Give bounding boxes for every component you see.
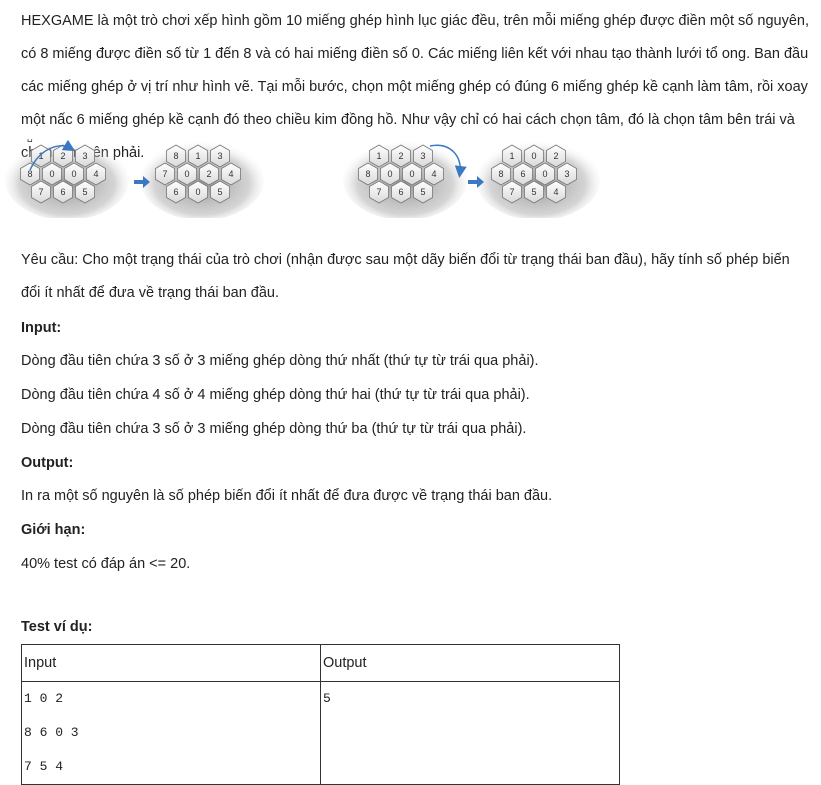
- hex-tile-label: 6: [520, 169, 525, 179]
- limits-line: 40% test có đáp án <= 20.: [21, 556, 191, 572]
- input-line-1: Dòng đầu tiên chứa 3 số ở 3 miếng ghép d…: [21, 353, 539, 369]
- hex-tile-label: 1: [195, 151, 200, 161]
- hex-board-1: 1 2 38 0 0 47 6 5: [5, 140, 129, 218]
- hex-tile-label: 4: [431, 169, 436, 179]
- hex-tile-label: 8: [27, 169, 32, 179]
- hex-tile-label: 3: [82, 151, 87, 161]
- output-line: In ra một số nguyên là số phép biến đổi …: [21, 488, 553, 504]
- sample-header-row: Input Output: [21, 644, 620, 682]
- hex-tile-label: 8: [498, 169, 503, 179]
- sample-input-row-1: 1 0 2: [24, 691, 64, 706]
- hex-tile-label: 8: [173, 151, 178, 161]
- hex-tile-label: 6: [60, 187, 65, 197]
- hex-tile-label: 5: [531, 187, 536, 197]
- hex-tile-label: 6: [173, 187, 178, 197]
- input-line-3: Dòng đầu tiên chứa 3 số ở 3 miếng ghép d…: [21, 421, 527, 437]
- hex-tile-label: 0: [71, 169, 76, 179]
- hex-tile-label: 3: [420, 151, 425, 161]
- sample-input-row-3: 7 5 4: [24, 759, 64, 774]
- input-line-2: Dòng đầu tiên chứa 4 số ở 4 miếng ghép d…: [21, 387, 530, 403]
- sample-heading: Test ví dụ:: [21, 619, 93, 635]
- hex-tile-label: 0: [409, 169, 414, 179]
- hex-tile-label: 2: [398, 151, 403, 161]
- requirement-paragraph: Yêu cầu: Cho một trạng thái của trò chơi…: [21, 252, 790, 301]
- hex-tile-label: 7: [38, 187, 43, 197]
- hex-tile-label: 3: [217, 151, 222, 161]
- hex-tile-label: 7: [162, 169, 167, 179]
- sample-input-cell: 1 0 2 8 6 0 3 7 5 4: [21, 681, 321, 785]
- hex-tile-label: 0: [184, 169, 189, 179]
- hex-tile-label: 0: [195, 187, 200, 197]
- hex-tile-label: 0: [531, 151, 536, 161]
- hex-tile-label: 0: [542, 169, 547, 179]
- hex-tile-label: 7: [376, 187, 381, 197]
- hex-tile-label: 8: [365, 169, 370, 179]
- sample-table: Input Output 1 0 2 8 6 0 3 7 5 4 5: [21, 644, 620, 785]
- hex-tile-label: 2: [553, 151, 558, 161]
- hex-tile-label: 0: [49, 169, 54, 179]
- hex-tile-label: 5: [420, 187, 425, 197]
- sample-output-value: 5: [323, 691, 331, 706]
- hex-tile-label: 4: [228, 169, 233, 179]
- hex-tile-label: 1: [376, 151, 381, 161]
- hex-tile-label: 3: [564, 169, 569, 179]
- hex-board-3: 1 2 3 8 0 0 4 7 6 5: [343, 140, 467, 218]
- hex-tile-label: 7: [509, 187, 514, 197]
- hex-tile-label: 5: [82, 187, 87, 197]
- sample-header-output: Output: [320, 644, 620, 682]
- hex-tile-label: 5: [217, 187, 222, 197]
- hexgame-figure: ␣ 1 2 38 0 0 47 6 58 1 37 0 2 46 0 51 2 38 0 0 47 6 51 0 28 6 0 37…: [5, 132, 600, 218]
- hex-tile-label: 2: [206, 169, 211, 179]
- hex-tile-label: 1: [509, 151, 514, 161]
- sample-header-input: Input: [21, 644, 321, 682]
- hex-tile-label: 6: [398, 187, 403, 197]
- output-heading: Output:: [21, 455, 74, 471]
- hex-tile-label: 2: [60, 151, 65, 161]
- limits-heading: Giới hạn:: [21, 522, 86, 538]
- input-heading: Input:: [21, 320, 62, 336]
- sample-data-row: 1 0 2 8 6 0 3 7 5 4 5: [21, 681, 620, 785]
- sample-input-row-2: 8 6 0 3: [24, 725, 79, 740]
- hex-tile-label: 0: [387, 169, 392, 179]
- sample-output-cell: 5: [320, 681, 620, 785]
- hex-board-4: 1 0 28 6 0 37 5 4: [476, 140, 600, 218]
- caption-glyph: ␣: [27, 132, 33, 143]
- hex-board-2: 8 1 37 0 2 46 0 5: [140, 140, 264, 218]
- hex-tile-label: 4: [553, 187, 558, 197]
- hex-tile-label: 4: [93, 169, 98, 179]
